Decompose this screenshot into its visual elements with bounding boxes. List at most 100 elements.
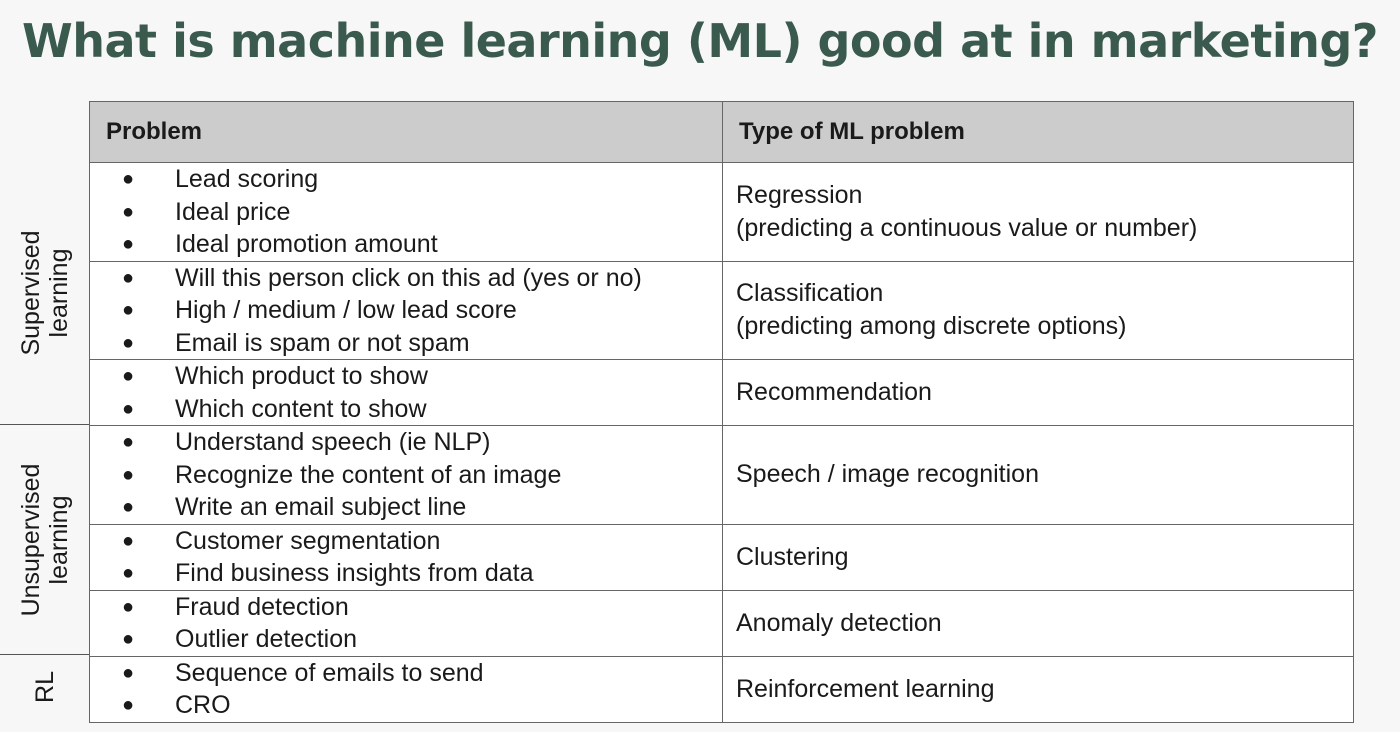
group-label-line1: RL	[31, 671, 59, 703]
bullet-icon: ●	[122, 200, 135, 223]
type-name: Anomaly detection	[736, 608, 942, 637]
type-name: Reinforcement learning	[736, 674, 995, 703]
problem-text: Outlier detection	[175, 625, 358, 653]
problem-list: ● Lead scoring ● Ideal price ● Ideal promot…	[122, 163, 722, 261]
list-item: ● Which content to show	[122, 393, 722, 426]
problem-list: ● Will this person click on this ad (yes …	[122, 262, 722, 360]
group-label-rl: RL	[0, 655, 90, 719]
problem-list: ● Which product to show ● Which content to…	[122, 360, 722, 425]
type-name: Speech / image recognition	[736, 460, 1039, 489]
problem-text: Customer segmentation	[175, 526, 441, 555]
table-row: ● Customer segmentation ● Find business in…	[89, 523, 1354, 591]
list-item: ● Outlier detection	[122, 623, 722, 656]
bullet-icon: ●	[122, 331, 135, 354]
bullet-icon: ●	[122, 266, 135, 289]
bullet-icon: ●	[122, 397, 135, 420]
problem-text: CRO	[175, 691, 231, 719]
table-row: ● Understand speech (ie NLP) ● Recognize t…	[89, 425, 1354, 525]
problem-cell: ● Sequence of emails to send ● CRO	[89, 655, 723, 723]
ml-problems-table: Problem Type of ML problem ● Lead scoring…	[89, 101, 1354, 723]
type-detail: (predicting a continuous value or number…	[736, 213, 1198, 242]
problem-text: Lead scoring	[175, 165, 319, 193]
group-label-line1: Supervised	[17, 230, 45, 356]
problem-cell: ● Customer segmentation ● Find business in…	[89, 523, 723, 591]
bullet-icon: ●	[122, 694, 135, 716]
problem-list: ● Understand speech (ie NLP) ● Recognize t…	[122, 426, 722, 524]
type-cell: Anomaly detection	[722, 589, 1354, 657]
list-item: ● Customer segmentation	[122, 525, 722, 558]
list-item: ● Which product to show	[122, 360, 722, 393]
list-item: ● Find business insights from data	[122, 557, 722, 590]
type-detail: (predicting among discrete options)	[736, 312, 1127, 341]
problem-text: Understand speech (ie NLP)	[175, 428, 491, 456]
group-label-supervised: Supervised learning	[0, 163, 90, 423]
list-item: ● High / medium / low lead score	[122, 294, 722, 327]
list-item: ● Email is spam or not spam	[122, 327, 722, 360]
type-cell: Classification (predicting among discret…	[722, 260, 1354, 360]
header-problem: Problem	[89, 101, 723, 163]
bullet-icon: ●	[122, 233, 135, 255]
list-item: ● Ideal promotion amount	[122, 228, 722, 261]
problem-text: High / medium / low lead score	[175, 296, 517, 324]
type-name: Clustering	[736, 542, 849, 571]
slide: What is machine learning (ML) good at in…	[0, 0, 1400, 732]
list-item: ● Ideal price	[122, 196, 722, 229]
type-cell: Reinforcement learning	[722, 655, 1354, 723]
bullet-icon: ●	[122, 463, 135, 486]
type-name: Recommendation	[736, 378, 932, 406]
table-row: ● Fraud detection ● Outlier detection Anom…	[89, 589, 1354, 657]
table-header-row: Problem Type of ML problem	[89, 101, 1354, 163]
list-item: ● CRO	[122, 689, 722, 722]
bullet-icon: ●	[122, 168, 135, 190]
bullet-icon: ●	[122, 365, 135, 387]
table-row: ● Will this person click on this ad (yes …	[89, 260, 1354, 360]
problem-text: Recognize the content of an image	[175, 460, 562, 489]
problem-text: Fraud detection	[175, 592, 349, 621]
group-label-line1: Unsupervised	[17, 463, 45, 616]
problem-text: Sequence of emails to send	[175, 658, 484, 687]
list-item: ● Lead scoring	[122, 163, 722, 196]
problem-text: Ideal promotion amount	[175, 230, 438, 258]
group-label-line2: learning	[45, 248, 73, 338]
table-row: ● Sequence of emails to send ● CRO Reinfor…	[89, 655, 1354, 723]
slide-title: What is machine learning (ML) good at in…	[22, 14, 1378, 68]
bullet-icon: ●	[122, 496, 135, 518]
type-name: Classification	[736, 279, 884, 308]
problem-text: Email is spam or not spam	[175, 328, 470, 357]
group-label-unsupervised: Unsupervised learning	[0, 425, 90, 654]
group-label-line2: learning	[45, 495, 73, 584]
problem-text: Will this person click on this ad (yes o…	[175, 263, 642, 292]
type-cell: Regression (predicting a continuous valu…	[722, 162, 1354, 262]
problem-text: Ideal price	[175, 197, 291, 226]
header-type: Type of ML problem	[722, 101, 1354, 163]
problem-text: Which content to show	[175, 394, 427, 423]
bullet-icon: ●	[122, 529, 135, 552]
table-row: ● Lead scoring ● Ideal price ● Ideal promot…	[89, 162, 1354, 262]
list-item: ● Understand speech (ie NLP)	[122, 426, 722, 459]
bullet-icon: ●	[122, 299, 135, 321]
bullet-icon: ●	[122, 595, 135, 618]
list-item: ● Write an email subject line	[122, 491, 722, 524]
problem-list: ● Fraud detection ● Outlier detection	[122, 591, 722, 656]
problem-cell: ● Will this person click on this ad (yes …	[89, 260, 723, 360]
problem-text: Which product to show	[175, 362, 428, 390]
type-name: Regression	[736, 180, 863, 209]
type-cell: Recommendation	[722, 359, 1354, 426]
problem-text: Find business insights from data	[175, 559, 534, 587]
bullet-icon: ●	[122, 628, 135, 650]
bullet-icon: ●	[122, 562, 135, 584]
problem-list: ● Sequence of emails to send ● CRO	[122, 657, 722, 722]
problem-text: Write an email subject line	[175, 493, 467, 521]
table-row: ● Which product to show ● Which content to…	[89, 359, 1354, 426]
problem-cell: ● Lead scoring ● Ideal price ● Ideal promot…	[89, 162, 723, 262]
bullet-icon: ●	[122, 431, 135, 453]
problem-cell: ● Which product to show ● Which content to…	[89, 359, 723, 426]
problem-cell: ● Fraud detection ● Outlier detection	[89, 589, 723, 657]
list-item: ● Will this person click on this ad (yes …	[122, 262, 722, 295]
type-cell: Speech / image recognition	[722, 425, 1354, 525]
problem-list: ● Customer segmentation ● Find business in…	[122, 525, 722, 590]
type-cell: Clustering	[722, 523, 1354, 591]
list-item: ● Recognize the content of an image	[122, 459, 722, 492]
list-item: ● Fraud detection	[122, 591, 722, 624]
list-item: ● Sequence of emails to send	[122, 657, 722, 690]
